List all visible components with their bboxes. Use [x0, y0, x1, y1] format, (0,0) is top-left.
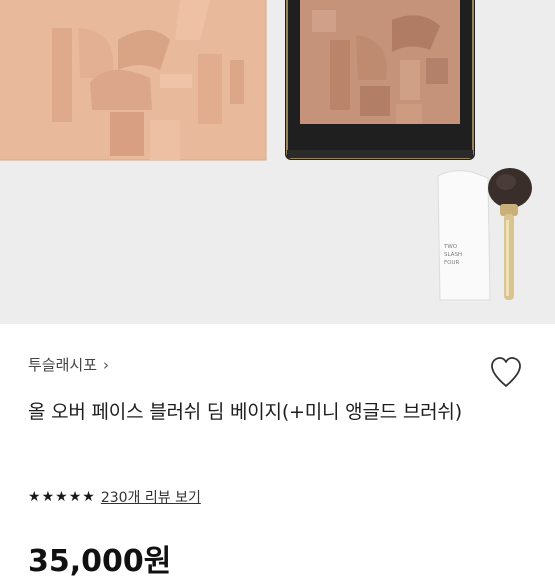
product-title: 올 오버 페이스 블러쉬 딤 베이지(+미니 앵글드 브러쉬) — [28, 401, 462, 423]
star-icon: ★ — [55, 489, 68, 505]
svg-text:TWO: TWO — [443, 244, 458, 250]
price: 35,000원 — [28, 544, 172, 579]
product-info: 투슬래시포 › 올 오버 페이스 블러쉬 딤 베이지(+미니 앵글드 브러쉬) … — [0, 324, 555, 579]
star-icon: ★ — [28, 489, 41, 505]
chevron-right-icon: › — [103, 355, 110, 374]
review-count-link[interactable]: 230개 리뷰 보기 — [101, 487, 201, 507]
product-photo: TWO SLASH FOUR — [0, 0, 532, 301]
star-icon: ★ — [41, 489, 55, 505]
rating-row: ★ ★ ★ ★ ★ 230개 리뷰 보기 — [28, 487, 201, 507]
star-icon: ★ — [82, 489, 95, 505]
palette-left — [0, 0, 267, 161]
svg-text:SLASH: SLASH — [444, 252, 462, 258]
heart-outline-icon[interactable] — [486, 352, 526, 392]
brand-name: 투슬래시포 — [28, 356, 98, 374]
brand-link[interactable]: 투슬래시포 › — [28, 354, 109, 375]
product-image[interactable]: TWO SLASH FOUR — [0, 0, 555, 324]
svg-text:FOUR: FOUR — [444, 260, 460, 266]
mini-pouch: TWO SLASH FOUR — [437, 170, 491, 301]
star-rating: ★ ★ ★ ★ ★ — [28, 489, 95, 505]
palette-compact — [285, 0, 475, 160]
mini-brush — [488, 168, 532, 300]
star-icon: ★ — [68, 489, 82, 505]
